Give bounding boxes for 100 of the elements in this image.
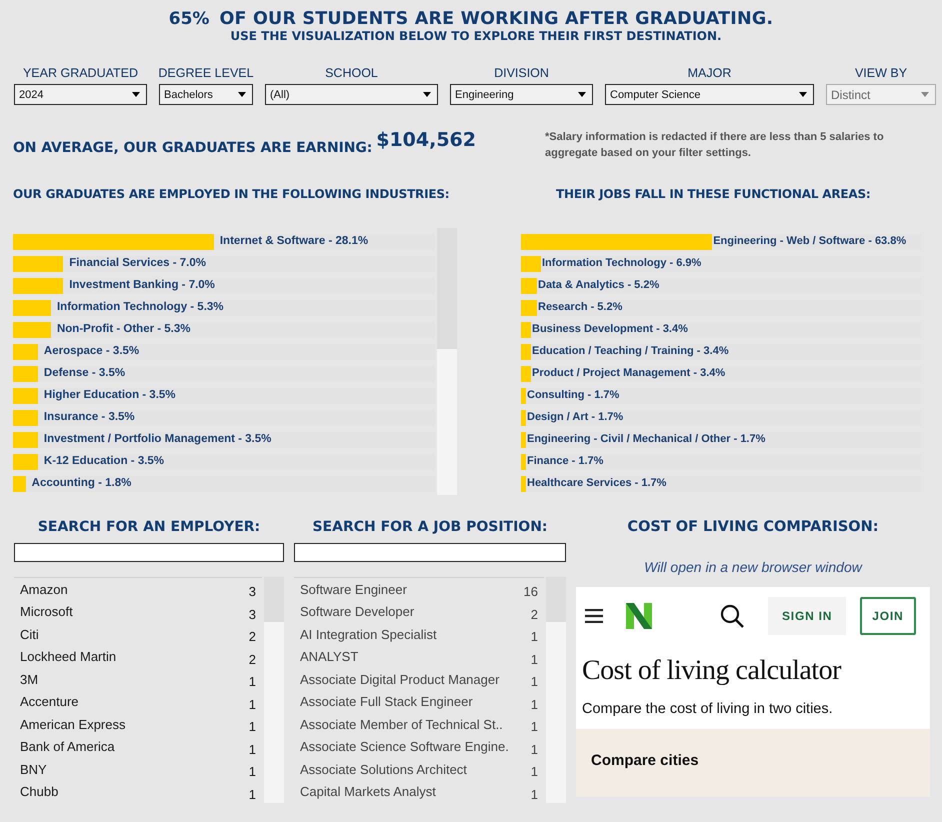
search-icon <box>720 604 744 628</box>
menu-icon <box>585 608 603 623</box>
item-count: 2 <box>248 652 256 667</box>
bar-label: Accounting - 1.8% <box>32 477 132 489</box>
item-count: 1 <box>248 764 256 780</box>
item-count: 1 <box>530 719 538 734</box>
bar-label: Design / Art - 1.7% <box>527 411 624 423</box>
filter-label: MAJOR <box>688 66 732 80</box>
bar-label: Investment / Portfolio Management - 3.5% <box>44 433 272 445</box>
bar-label: K-12 Education - 3.5% <box>44 455 164 467</box>
bar-label: Healthcare Services - 1.7% <box>527 477 666 489</box>
list-item[interactable]: Associate Solutions Architect <box>300 762 467 777</box>
item-count: 3 <box>248 606 256 622</box>
caret-icon <box>423 92 431 97</box>
item-count: 1 <box>530 629 538 644</box>
item-count: 1 <box>248 742 256 757</box>
page-subheading: Compare the cost of living in two cities. <box>582 700 834 717</box>
bar-label: Information Technology - 6.9% <box>542 257 702 269</box>
website-preview[interactable]: SIGN IN JOIN Cost of living calculator Compare the cost of living in two cities. Compare cities <box>576 586 930 797</box>
item-count: 1 <box>530 674 538 690</box>
headline-percent: 65% <box>168 9 210 29</box>
filter-label: SCHOOL <box>325 66 378 80</box>
list-item[interactable]: AI Integration Specialist <box>300 626 437 642</box>
caret-icon <box>578 92 586 97</box>
filter-dropdown[interactable]: (All) <box>265 84 438 105</box>
bar-label: Insurance - 3.5% <box>44 411 135 423</box>
list-item[interactable]: 3M <box>20 672 38 687</box>
list-item[interactable]: Software Engineer <box>300 582 407 597</box>
salary-label: ON AVERAGE, OUR GRADUATES ARE EARNING: <box>13 140 372 156</box>
list-item[interactable]: American Express <box>20 716 126 732</box>
section-title: THEIR JOBS FALL IN THESE FUNCTIONAL AREAS: <box>556 186 870 203</box>
caret-icon <box>799 92 807 97</box>
filter-label: VIEW BY <box>854 66 908 80</box>
caret-icon <box>921 92 929 97</box>
bar-label: Engineering - Web / Software - 63.8% <box>713 235 906 247</box>
logo-icon <box>626 602 652 629</box>
bar-label: Information Technology - 5.3% <box>56 301 224 313</box>
list-item[interactable]: Lockheed Martin <box>20 649 116 664</box>
filter-dropdown[interactable]: 2024 <box>14 84 147 105</box>
bar-label: Business Development - 3.4% <box>532 323 688 335</box>
section-title: OUR GRADUATES ARE EMPLOYED IN THE FOLLOWING INDUSTRIES: <box>13 186 450 203</box>
list-item[interactable]: Citi <box>20 626 39 642</box>
item-count: 1 <box>248 696 256 712</box>
bar-label: Investment Banking - 7.0% <box>69 279 215 291</box>
section-title: COST OF LIVING COMPARISON: <box>627 518 879 537</box>
search-field[interactable] <box>294 543 566 562</box>
section-heading: Compare cities <box>591 752 699 769</box>
list-item[interactable]: Associate Member of Technical St.. <box>300 716 503 732</box>
note-text: Will open in a new browser window <box>644 559 862 578</box>
item-count: 1 <box>248 674 256 690</box>
join-button[interactable]: JOIN <box>860 596 916 635</box>
item-count: 3 <box>248 584 256 600</box>
list-item[interactable]: Bank of America <box>20 739 115 754</box>
item-count: 1 <box>248 786 256 802</box>
list-item[interactable]: Associate Science Software Engine. <box>300 739 509 754</box>
list-item[interactable]: BNY <box>20 762 47 777</box>
page-heading: Cost of living calculator <box>582 654 842 687</box>
filter-dropdown[interactable]: Engineering <box>450 84 593 105</box>
section-title: SEARCH FOR A JOB POSITION: <box>311 518 549 535</box>
bar-label: Defense - 3.5% <box>44 367 126 379</box>
bar-label: Financial Services - 7.0% <box>69 257 206 269</box>
salary-note: *Salary information is redacted if there are less than 5 salaries to aggregate based on your filter settings. <box>545 130 885 161</box>
salary-amount: $104,562 <box>376 129 476 151</box>
bar-label: Non-Profit - Other - 5.3% <box>56 323 190 335</box>
filter-label: DIVISION <box>494 66 549 80</box>
bar-label: Finance - 1.7% <box>527 455 604 467</box>
bar-label: Consulting - 1.7% <box>527 389 620 401</box>
filter-label: YEAR GRADUATED <box>22 66 138 80</box>
headline-subtitle: USE THE VISUALIZATION BELOW TO EXPLORE THEIR FIRST DESTINATION. <box>230 29 722 43</box>
list-item[interactable]: Associate Digital Product Manager <box>300 672 500 687</box>
bar-label: Research - 5.2% <box>538 301 622 313</box>
list-item[interactable]: Capital Markets Analyst <box>300 784 436 800</box>
bar-label: Aerospace - 3.5% <box>44 345 140 357</box>
list-item[interactable]: Software Developer <box>300 604 414 620</box>
list-item[interactable]: Accenture <box>20 694 79 710</box>
item-count: 1 <box>530 696 538 712</box>
list-item[interactable]: Microsoft <box>20 604 73 620</box>
item-count: 1 <box>530 652 538 667</box>
item-count: 2 <box>530 606 538 622</box>
item-count: 2 <box>248 629 256 644</box>
item-count: 1 <box>530 786 538 802</box>
bar-label: Product / Project Management - 3.4% <box>532 367 726 379</box>
item-count: 16 <box>524 584 538 600</box>
sign-in-button[interactable]: SIGN IN <box>768 596 846 635</box>
list-item[interactable]: Amazon <box>20 582 68 597</box>
scrollbar[interactable] <box>546 577 566 803</box>
bar-label: Data & Analytics - 5.2% <box>538 279 660 291</box>
caret-icon <box>132 92 140 97</box>
caret-icon <box>238 92 246 97</box>
list-item[interactable]: Chubb <box>20 784 58 800</box>
scrollbar[interactable] <box>437 228 457 495</box>
list-item[interactable]: Associate Full Stack Engineer <box>300 694 473 710</box>
filter-dropdown[interactable]: Bachelors <box>159 84 253 105</box>
headline: OF OUR STUDENTS ARE WORKING AFTER GRADUATING. <box>219 9 774 29</box>
list-item[interactable]: ANALYST <box>300 649 358 664</box>
filter-label: DEGREE LEVEL <box>158 66 254 80</box>
scrollbar[interactable] <box>264 577 284 803</box>
filter-dropdown[interactable]: Computer Science <box>605 84 814 105</box>
search-field[interactable] <box>14 543 284 562</box>
item-count: 1 <box>530 742 538 757</box>
